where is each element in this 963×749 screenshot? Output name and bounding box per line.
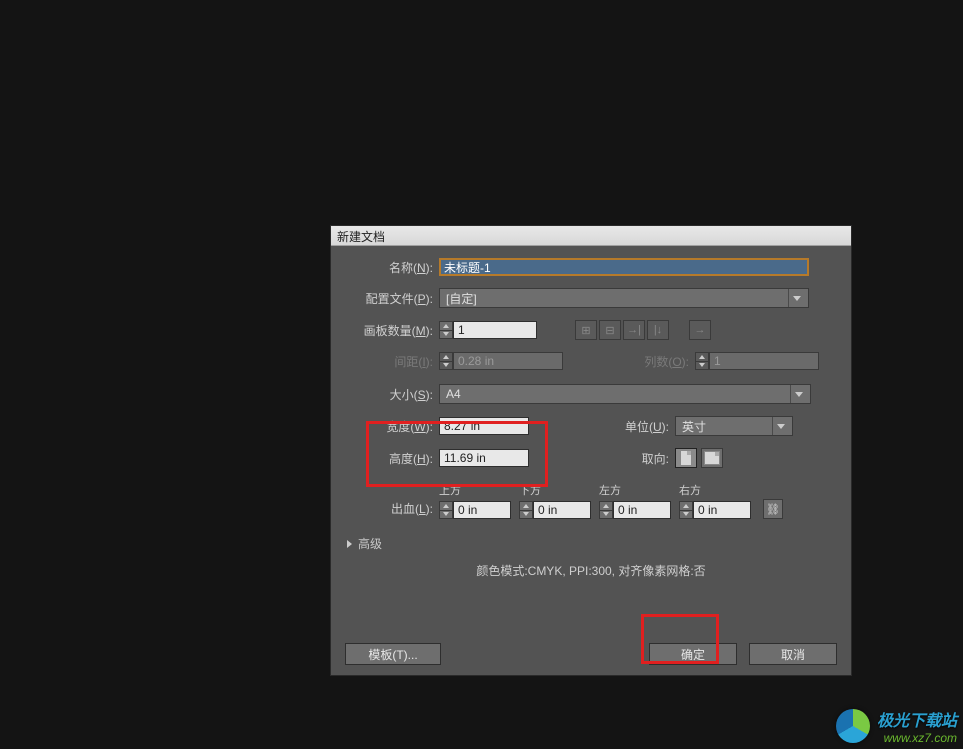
- columns-label: 列数(O):: [589, 353, 689, 370]
- template-button[interactable]: 模板(T)...: [345, 643, 441, 665]
- columns-spinner: [695, 352, 709, 370]
- height-label: 高度(H):: [377, 450, 433, 467]
- bleed-top-header: 上方: [439, 482, 461, 498]
- mode-info-text: 颜色模式:CMYK, PPI:300, 对齐像素网格:否: [345, 562, 837, 579]
- orientation-label: 取向:: [539, 450, 669, 467]
- watermark: 极光下载站 www.xz7.com: [836, 707, 957, 745]
- bleed-bottom-input[interactable]: [533, 501, 591, 519]
- bleed-top-input[interactable]: [453, 501, 511, 519]
- flow-direction-icon: →: [689, 320, 711, 340]
- profile-label: 配置文件(P):: [345, 290, 433, 307]
- artboards-spinner[interactable]: [439, 321, 453, 339]
- name-label: 名称(N):: [345, 259, 433, 276]
- bleed-left-input[interactable]: [613, 501, 671, 519]
- bleed-right-header: 右方: [679, 482, 701, 498]
- spacing-spinner: [439, 352, 453, 370]
- size-label: 大小(S):: [377, 386, 433, 403]
- bleed-right-spinner[interactable]: [679, 501, 693, 519]
- bleed-left-header: 左方: [599, 482, 621, 498]
- arrange-grid-row-icon: ⊞: [575, 320, 597, 340]
- dialog-title: 新建文档: [331, 226, 851, 246]
- artboards-input[interactable]: [453, 321, 537, 339]
- advanced-expand-icon[interactable]: [347, 540, 352, 548]
- bleed-label: 出血(L):: [377, 500, 433, 517]
- width-input[interactable]: [439, 417, 529, 435]
- arrange-col-icon: |↓: [647, 320, 669, 340]
- bleed-top-spinner[interactable]: [439, 501, 453, 519]
- artboards-label: 画板数量(M):: [345, 322, 433, 339]
- units-label: 单位(U):: [539, 418, 669, 435]
- advanced-label[interactable]: 高级: [358, 535, 382, 552]
- columns-input: [709, 352, 819, 370]
- bleed-bottom-header: 下方: [519, 482, 541, 498]
- size-dropdown[interactable]: A4: [439, 384, 811, 404]
- orientation-landscape-button[interactable]: [701, 448, 723, 468]
- arrange-row-rtl-icon: →|: [623, 320, 645, 340]
- watermark-title: 极光下载站: [877, 707, 957, 731]
- units-dropdown[interactable]: 英寸: [675, 416, 793, 436]
- arrange-grid-col-icon: ⊟: [599, 320, 621, 340]
- orientation-portrait-button[interactable]: [675, 448, 697, 468]
- name-input[interactable]: [439, 258, 809, 276]
- bleed-link-icon[interactable]: ⛓: [763, 499, 783, 519]
- profile-dropdown[interactable]: [自定]: [439, 288, 809, 308]
- watermark-logo-icon: [836, 709, 870, 743]
- width-label: 宽度(W):: [377, 418, 433, 435]
- new-document-dialog: 新建文档 名称(N): 配置文件(P): [自定] 画板数量(M):: [330, 225, 852, 676]
- bleed-right-input[interactable]: [693, 501, 751, 519]
- spacing-input: [453, 352, 563, 370]
- cancel-button[interactable]: 取消: [749, 643, 837, 665]
- bleed-bottom-spinner[interactable]: [519, 501, 533, 519]
- ok-button[interactable]: 确定: [649, 643, 737, 665]
- bleed-left-spinner[interactable]: [599, 501, 613, 519]
- watermark-url: www.xz7.com: [877, 731, 957, 745]
- height-input[interactable]: [439, 449, 529, 467]
- spacing-label: 间距(I):: [377, 353, 433, 370]
